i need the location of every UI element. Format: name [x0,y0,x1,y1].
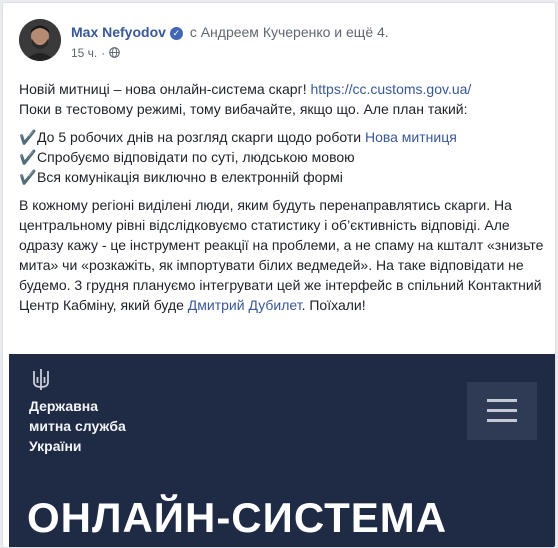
avatar-photo [19,19,61,61]
customs-link[interactable]: https://cc.customs.gov.ua/ [310,81,471,97]
body-text: В кожному регіоні виділені люди, яким бу… [19,197,544,313]
post-meta: 15 ч. · [71,46,121,60]
person-mention-link[interactable]: Дмитрий Дубилет [188,297,302,313]
meta-separator: · [101,46,106,60]
bullet-item: ✔️Спробуємо відповідати по суті, людсько… [19,147,544,167]
bullet-text: До 5 робочих днів на розгляд скарги щодо… [37,129,365,145]
bullet-text: Спробуємо відповідати по суті, людською … [37,149,355,165]
body-end: . Поїхали! [301,297,366,313]
tagged-people-link[interactable]: Андреем Кучеренко и ещё 4. [201,24,389,40]
check-icon: ✔️ [19,129,37,145]
intro-line: Новій митниці – нова онлайн-система скар… [19,79,544,99]
avatar[interactable] [19,19,61,61]
page-mention-link[interactable]: Нова митниця [365,129,457,145]
verified-badge-icon: ✓ [169,27,183,40]
post-card: Max Nefyodov ✓ с Андреем Кучеренко и ещё … [2,2,556,548]
check-icon: ✔️ [19,169,37,185]
bullet-item: ✔️До 5 робочих днів на розгляд скарги що… [19,127,544,147]
with-prefix: с [189,24,197,40]
intro-text: Новій митниці – нова онлайн-система скар… [19,81,311,97]
bullet-text: Вся комунікація виключно в електронній ф… [37,169,343,185]
author-name-link[interactable]: Max Nefyodov [71,24,166,40]
author-line: Max Nefyodov ✓ с Андреем Кучеренко и ещё … [71,24,389,40]
banner-title: ОНЛАЙН-СИСТЕМА [27,494,448,541]
link-preview-image[interactable]: Державна митна служба України ОНЛАЙН-СИС… [9,354,555,547]
bullet-item: ✔️Вся комунікація виключно в електронній… [19,167,544,187]
globe-icon[interactable] [109,47,121,58]
hamburger-menu-icon[interactable] [467,382,537,440]
check-icon: ✔️ [19,149,37,165]
post-body: Новій митниці – нова онлайн-система скар… [19,79,544,315]
intro-line-2: Поки в тестовому режимі, тому вибачайте,… [19,101,468,117]
agency-name: Державна митна служба України [29,398,126,454]
post-timestamp-link[interactable]: 15 ч. [71,46,97,60]
body-paragraph: В кожному регіоні виділені люди, яким бу… [19,195,544,315]
trident-icon [33,369,49,390]
